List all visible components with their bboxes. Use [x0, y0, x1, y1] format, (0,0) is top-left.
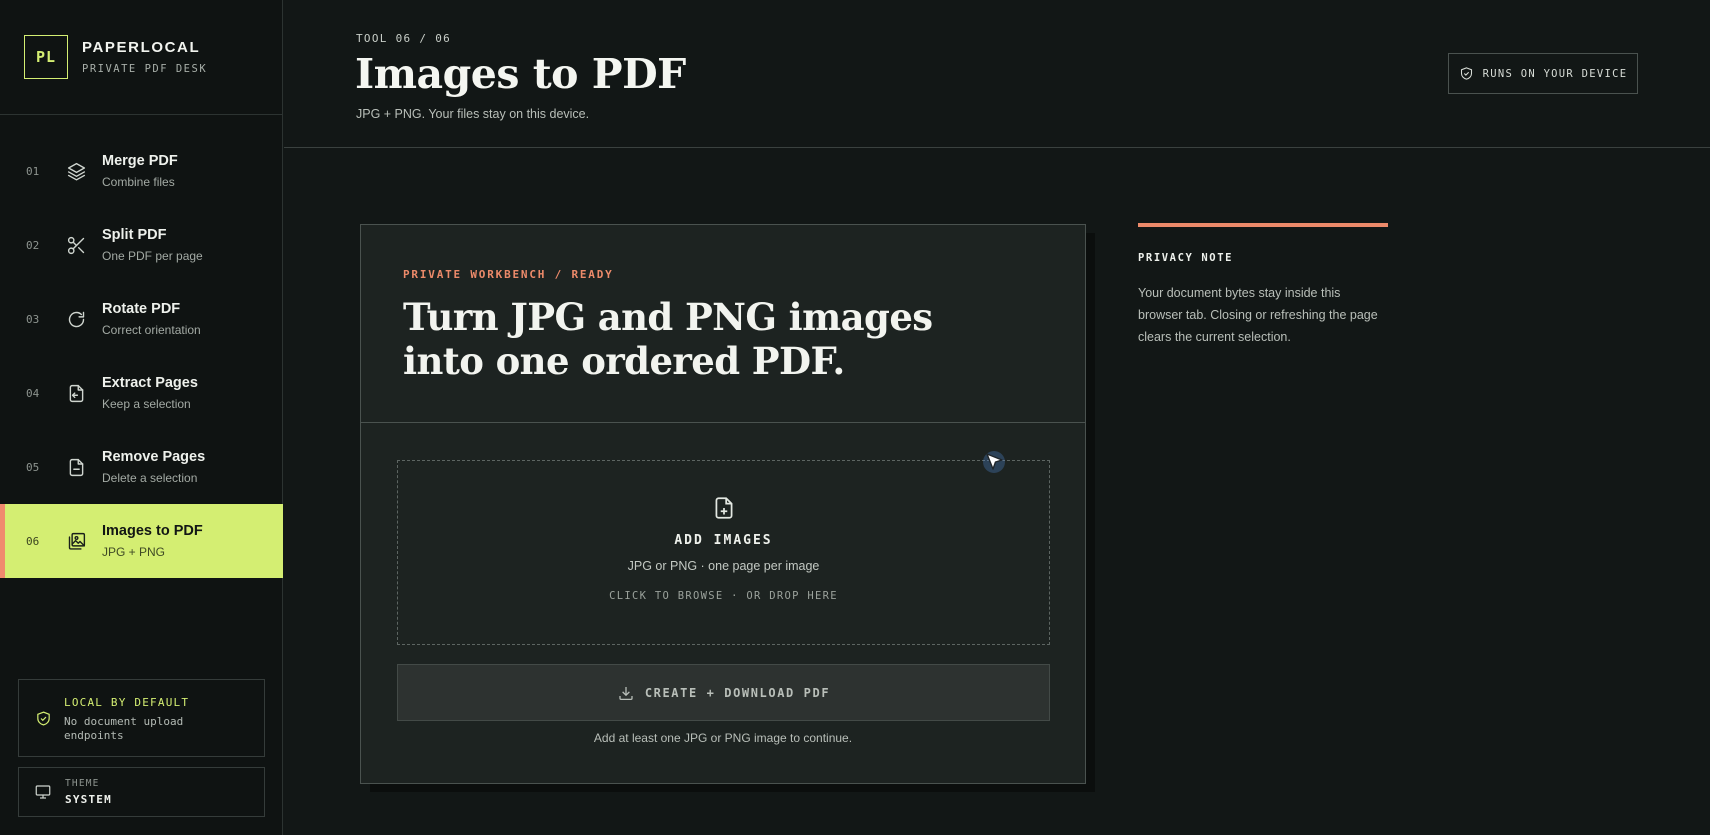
nav-subtitle: Delete a selection — [102, 471, 198, 485]
page-title: Images to PDF — [355, 50, 686, 98]
badge-label: RUNS ON YOUR DEVICE — [1482, 67, 1628, 80]
theme-value: SYSTEM — [65, 793, 112, 806]
sidebar-item-extract-pages[interactable]: 04 Extract Pages Keep a selection — [0, 356, 283, 430]
nav-subtitle: Combine files — [102, 175, 175, 189]
privacy-body: Your document bytes stay inside this bro… — [1138, 286, 1378, 344]
brand[interactable]: PL PAPERLOCAL PRIVATE PDF DESK — [24, 35, 207, 79]
scissors-icon — [64, 233, 88, 257]
mouse-pointer-icon — [983, 451, 1005, 473]
tool-counter: TOOL 06 / 06 — [356, 32, 452, 45]
dropzone-title: ADD IMAGES — [674, 533, 773, 548]
page-subtitle: JPG + PNG. Your files stay on this devic… — [356, 107, 590, 121]
nav-title: Split PDF — [102, 227, 167, 243]
privacy-title: PRIVACY NOTE — [1138, 252, 1234, 264]
local-subtitle: No document upload endpoints — [64, 715, 184, 742]
shield-check-icon — [37, 711, 50, 726]
image-dropzone[interactable]: ADD IMAGES JPG or PNG · one page per ima… — [397, 460, 1050, 645]
nav-subtitle: One PDF per page — [102, 249, 203, 263]
nav-title: Remove Pages — [102, 449, 206, 465]
sidebar: PL PAPERLOCAL PRIVATE PDF DESK 01 Merge … — [0, 0, 283, 835]
sidebar-item-merge-pdf[interactable]: 01 Merge PDF Combine files — [0, 134, 283, 208]
brand-subtitle: PRIVATE PDF DESK — [82, 63, 208, 75]
local-by-default-panel: LOCAL BY DEFAULT No document upload endp… — [18, 679, 265, 757]
privacy-accent-bar — [1138, 223, 1388, 227]
image-stack-icon — [64, 529, 88, 553]
rotate-icon — [64, 307, 88, 331]
sidebar-item-images-to-pdf[interactable]: 06 Images to PDF JPG + PNG — [0, 504, 283, 578]
workbench-eyebrow: PRIVATE WORKBENCH / READY — [403, 268, 614, 281]
layers-icon — [64, 159, 88, 183]
download-icon — [619, 686, 633, 700]
nav-number: 05 — [26, 460, 40, 474]
nav-title: Extract Pages — [102, 375, 198, 391]
nav-subtitle: JPG + PNG — [102, 545, 166, 559]
monitor-icon — [35, 785, 51, 799]
nav-number: 01 — [26, 164, 40, 178]
file-minus-icon — [64, 455, 88, 479]
runs-on-device-badge: RUNS ON YOUR DEVICE — [1448, 53, 1638, 94]
page-header: TOOL 06 / 06 Images to PDF JPG + PNG. Yo… — [284, 0, 1710, 148]
nav-subtitle: Correct orientation — [102, 323, 201, 337]
sidebar-item-remove-pages[interactable]: 05 Remove Pages Delete a selection — [0, 430, 283, 504]
dropzone-hint: CLICK TO BROWSE · OR DROP HERE — [609, 590, 838, 602]
sidebar-item-split-pdf[interactable]: 02 Split PDF One PDF per page — [0, 208, 283, 282]
tool-nav: 01 Merge PDF Combine files 02 Split PDF … — [0, 134, 283, 578]
nav-title: Merge PDF — [102, 153, 178, 169]
shield-check-icon — [1460, 67, 1472, 80]
nav-number: 02 — [26, 238, 40, 252]
sidebar-item-rotate-pdf[interactable]: 03 Rotate PDF Correct orientation — [0, 282, 283, 356]
sidebar-divider — [0, 114, 283, 115]
create-download-pdf-button[interactable]: CREATE + DOWNLOAD PDF — [397, 664, 1050, 721]
dropzone-subtitle: JPG or PNG · one page per image — [627, 559, 820, 573]
theme-label: THEME — [65, 778, 100, 789]
nav-number: 06 — [26, 534, 40, 548]
nav-subtitle: Keep a selection — [102, 397, 191, 411]
nav-number: 04 — [26, 386, 40, 400]
nav-title: Images to PDF — [102, 523, 203, 539]
card-divider — [361, 422, 1085, 423]
helper-text: Add at least one JPG or PNG image to con… — [593, 731, 853, 745]
theme-toggle[interactable]: THEME SYSTEM — [18, 767, 265, 817]
workbench-card: PRIVATE WORKBENCH / READY Turn JPG and P… — [360, 224, 1086, 784]
file-plus-icon — [715, 497, 732, 519]
brand-name: PAPERLOCAL — [82, 39, 201, 56]
create-button-label: CREATE + DOWNLOAD PDF — [644, 685, 831, 700]
local-title: LOCAL BY DEFAULT — [64, 696, 190, 709]
file-export-icon — [64, 381, 88, 405]
nav-title: Rotate PDF — [102, 301, 181, 317]
brand-logo: PL — [24, 35, 68, 79]
workbench-heading: Turn JPG and PNG images into one ordered… — [403, 295, 933, 383]
nav-number: 03 — [26, 312, 40, 326]
